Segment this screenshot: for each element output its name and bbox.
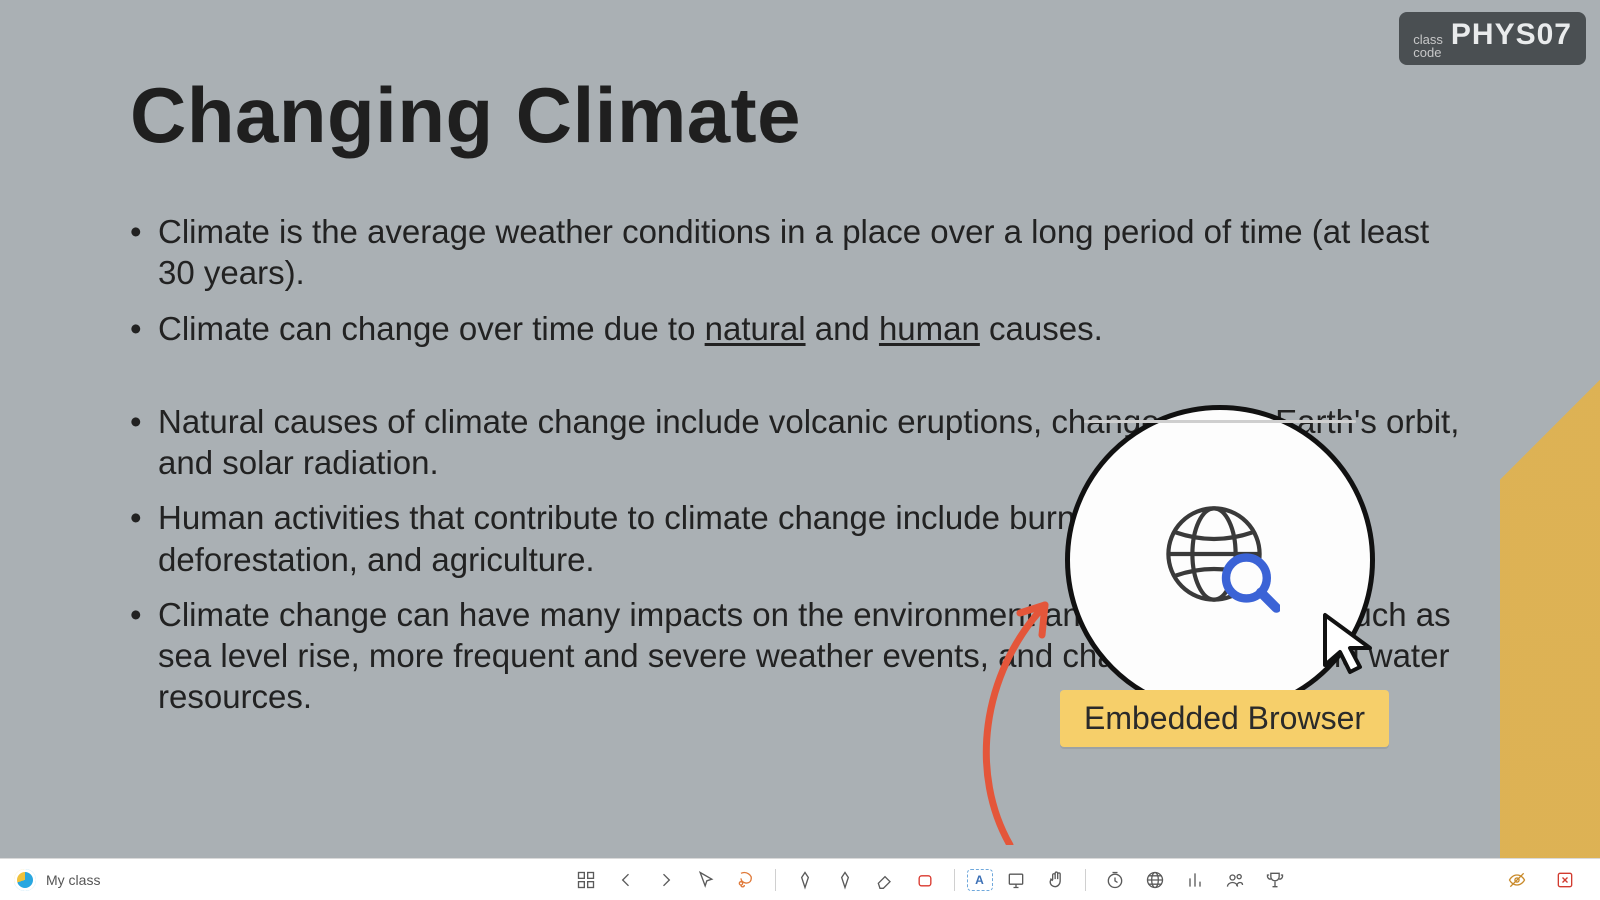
lasso-icon[interactable]	[729, 863, 763, 897]
shape-icon[interactable]	[908, 863, 942, 897]
close-icon[interactable]	[1548, 863, 1582, 897]
bullet-text: Climate is the average weather condition…	[158, 213, 1429, 291]
callout-tooltip: Embedded Browser	[1060, 690, 1389, 747]
arrow-left-icon[interactable]	[609, 863, 643, 897]
app-logo-icon[interactable]	[14, 869, 36, 891]
arrow-right-icon[interactable]	[649, 863, 683, 897]
eye-off-icon[interactable]	[1500, 863, 1534, 897]
grid-icon[interactable]	[569, 863, 603, 897]
people-icon[interactable]	[1218, 863, 1252, 897]
timer-icon[interactable]	[1098, 863, 1132, 897]
bullet-item: Climate can change over time due to natu…	[130, 308, 1470, 349]
bullet-item: Climate is the average weather condition…	[130, 211, 1470, 294]
toolbar-separator	[1085, 869, 1086, 891]
text-icon[interactable]: A	[967, 869, 993, 891]
browser-icon[interactable]	[1138, 863, 1172, 897]
class-label[interactable]: My class	[46, 872, 100, 888]
poll-icon[interactable]	[1178, 863, 1212, 897]
cursor-icon	[1320, 610, 1380, 680]
slide-title: Changing Climate	[130, 70, 1470, 161]
bottom-toolbar: My class A	[0, 858, 1600, 900]
hand-icon[interactable]	[1039, 863, 1073, 897]
pen2-icon[interactable]	[828, 863, 862, 897]
globe-search-icon	[1160, 500, 1280, 620]
pen-icon[interactable]	[788, 863, 822, 897]
callout-topbar	[1084, 420, 1356, 423]
toolbar-separator	[954, 869, 955, 891]
toolbar-separator	[775, 869, 776, 891]
pointer-icon[interactable]	[689, 863, 723, 897]
eraser-icon[interactable]	[868, 863, 902, 897]
trophy-icon[interactable]	[1258, 863, 1292, 897]
presentation-stage: class code PHYS07 Changing Climate Clima…	[0, 0, 1600, 900]
present-icon[interactable]	[999, 863, 1033, 897]
